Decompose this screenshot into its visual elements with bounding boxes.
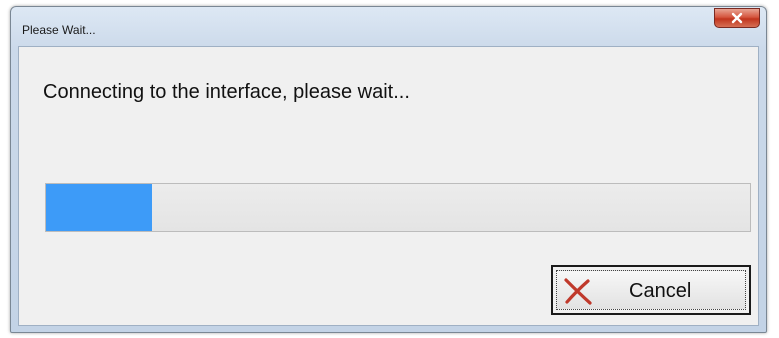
red-x-icon (564, 278, 592, 305)
progress-bar-fill (46, 184, 152, 231)
window-title: Please Wait... (22, 23, 96, 37)
dialog-window: Please Wait... Connecting to the interfa… (10, 6, 767, 333)
dialog-content: Connecting to the interface, please wait… (18, 46, 759, 326)
cancel-button-label: Cancel (629, 280, 692, 302)
status-message: Connecting to the interface, please wait… (43, 81, 410, 103)
progress-bar (45, 183, 751, 232)
title-bar[interactable]: Please Wait... (11, 7, 766, 47)
cancel-button-face[interactable]: Cancel (556, 270, 746, 310)
cancel-button[interactable]: Cancel (551, 265, 751, 315)
close-button[interactable] (714, 8, 760, 28)
close-icon (731, 12, 743, 24)
